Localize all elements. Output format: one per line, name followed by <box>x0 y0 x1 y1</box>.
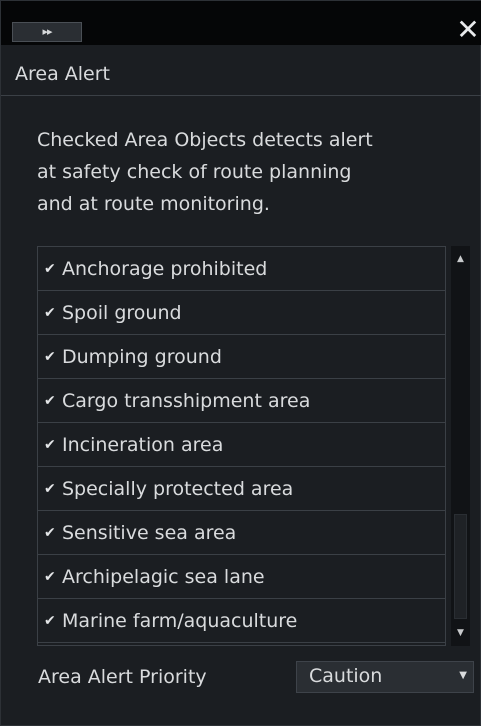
list-item[interactable]: ✔ Specially protected area <box>38 467 445 511</box>
priority-selected-value: Caution <box>309 665 383 687</box>
scroll-thumb[interactable] <box>454 514 467 619</box>
list-item[interactable]: ✔ Spoil ground <box>38 291 445 335</box>
list-item[interactable]: ✔ Cargo transshipment area <box>38 379 445 423</box>
description-text: Checked Area Objects detects alert at sa… <box>37 129 373 215</box>
checkbox-checked-icon[interactable]: ✔ <box>44 481 60 497</box>
panel-header: Area Alert <box>1 53 481 96</box>
area-object-list-container: ✔ Anchorage prohibited ✔ Spoil ground ✔ Dumpi… <box>37 246 470 646</box>
checkbox-checked-icon[interactable]: ✔ <box>44 349 60 365</box>
chevron-down-icon: ▼ <box>459 670 467 681</box>
checkbox-checked-icon[interactable]: ✔ <box>44 525 60 541</box>
checkbox-checked-icon[interactable]: ✔ <box>44 613 60 629</box>
list-item[interactable]: ✔ Anchorage prohibited <box>38 247 445 291</box>
list-item-label: Dumping ground <box>62 345 222 368</box>
list-item-label: Sensitive sea area <box>62 521 237 544</box>
list-item[interactable]: ✔ Marine farm/aquaculture <box>38 599 445 643</box>
scroll-down-icon[interactable]: ▼ <box>453 622 468 644</box>
priority-dropdown[interactable]: Caution ▼ <box>296 661 474 693</box>
list-item-label: Specially protected area <box>62 477 294 500</box>
list-item-label: Incineration area <box>62 433 224 456</box>
list-item[interactable]: ✔ Archipelagic sea lane <box>38 555 445 599</box>
checkbox-checked-icon[interactable]: ✔ <box>44 261 60 277</box>
area-object-list: ✔ Anchorage prohibited ✔ Spoil ground ✔ Dumpi… <box>37 246 446 646</box>
list-item[interactable]: ✔ Incineration area <box>38 423 445 467</box>
close-icon[interactable]: ✕ <box>455 16 481 45</box>
scroll-up-icon[interactable]: ▲ <box>453 248 468 270</box>
list-item-label: Anchorage prohibited <box>62 257 268 280</box>
list-item-label: Archipelagic sea lane <box>62 565 265 588</box>
scrollbar[interactable]: ▲ ▼ <box>451 246 470 646</box>
page-title: Area Alert <box>15 63 110 85</box>
list-item[interactable]: ✔ Dumping ground <box>38 335 445 379</box>
titlebar: ▸▸ ✕ <box>1 1 481 45</box>
list-item[interactable]: ✔ Sensitive sea area <box>38 511 445 555</box>
priority-label: Area Alert Priority <box>38 666 207 688</box>
area-alert-panel: ▸▸ ✕ Area Alert Checked Area Objects det… <box>0 0 481 726</box>
list-item-label: Cargo transshipment area <box>62 389 311 412</box>
list-item-label: Marine farm/aquaculture <box>62 609 298 632</box>
checkbox-checked-icon[interactable]: ✔ <box>44 393 60 409</box>
collapse-button[interactable]: ▸▸ <box>12 22 82 42</box>
checkbox-checked-icon[interactable]: ✔ <box>44 305 60 321</box>
list-item-label: Spoil ground <box>62 301 182 324</box>
checkbox-checked-icon[interactable]: ✔ <box>44 437 60 453</box>
checkbox-checked-icon[interactable]: ✔ <box>44 569 60 585</box>
